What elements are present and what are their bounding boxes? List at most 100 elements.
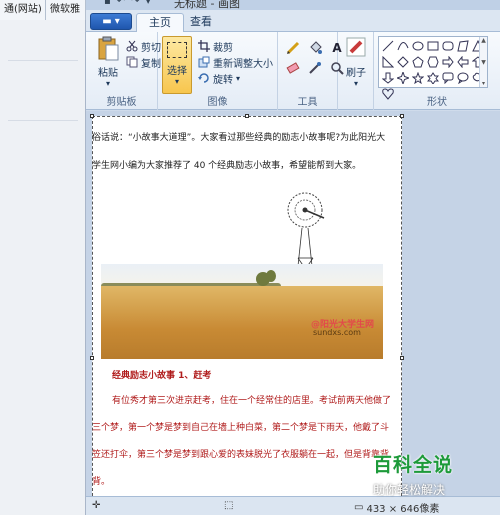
scroll-up-icon[interactable]: ▲ xyxy=(481,37,486,44)
ribbon: 粘贴 ▾ 剪切 复制 剪贴板 选择 ▾ 裁剪 重新调整大小 旋转 ▾ 图像 A … xyxy=(86,32,500,110)
baike-watermark-subtitle: 助你轻松解决 xyxy=(373,483,446,497)
right-arrow-shape[interactable] xyxy=(441,55,455,68)
resize-handle[interactable] xyxy=(90,114,94,118)
pentagon-icon xyxy=(412,55,424,67)
right-triangle-shape[interactable] xyxy=(381,55,395,68)
background-browser: 通(网站) 微软雅 xyxy=(0,0,86,515)
four-point-star-shape[interactable] xyxy=(396,71,410,84)
four-point-star-icon xyxy=(397,71,409,84)
resize-icon xyxy=(198,56,210,68)
shapes-grid xyxy=(381,39,485,100)
polygon-shape[interactable] xyxy=(456,39,470,52)
rectangle-shape[interactable] xyxy=(426,39,440,52)
five-point-star-shape[interactable] xyxy=(411,71,425,84)
crop-icon xyxy=(198,40,210,52)
ribbon-tab-row: ▬ ▾ 主页 查看 xyxy=(86,10,500,32)
select-button[interactable]: 选择 ▾ xyxy=(162,36,192,94)
photo-watermark-url: sundxs.com xyxy=(313,328,361,337)
background-tab-2[interactable]: 微软雅 xyxy=(46,0,86,20)
file-menu-button[interactable]: ▬ ▾ xyxy=(90,13,132,30)
left-arrow-icon xyxy=(457,55,469,68)
shapes-group: ▲ ▼ ▾ 形状 xyxy=(374,32,500,110)
tab-view[interactable]: 查看 xyxy=(178,13,224,32)
clipboard-icon xyxy=(98,36,119,61)
hexagon-icon xyxy=(427,56,439,67)
rectangle-icon xyxy=(427,41,439,50)
oval-callout-shape[interactable] xyxy=(456,71,470,84)
background-tab-1[interactable]: 通(网站) xyxy=(0,0,46,20)
background-divider xyxy=(8,120,78,121)
oval-icon xyxy=(412,41,424,50)
curve-icon xyxy=(397,41,409,50)
undo-icon[interactable]: ↶ xyxy=(117,0,125,7)
canvas-image[interactable]: 俗话说：“小故事大道理”。大家看过那些经典的励志小故事呢?为此阳光大 学生网小编… xyxy=(90,114,404,501)
clipboard-group: 粘贴 ▾ 剪切 复制 剪贴板 xyxy=(86,32,161,110)
shapes-scrollbar[interactable]: ▲ ▼ ▾ xyxy=(479,37,487,87)
rounded-callout-icon xyxy=(442,72,454,84)
resize-button[interactable]: 重新调整大小 xyxy=(198,54,273,70)
shapes-group-label: 形状 xyxy=(427,97,447,108)
rounded-rectangle-shape[interactable] xyxy=(441,39,455,52)
tools-group: A 工具 xyxy=(278,32,344,110)
copy-icon xyxy=(126,56,138,68)
down-arrow-shape[interactable] xyxy=(381,71,395,84)
scroll-down-icon[interactable]: ▼ xyxy=(481,59,486,66)
background-tabs: 通(网站) 微软雅 xyxy=(0,0,86,20)
text-line-1: 俗话说：“小故事大道理”。大家看过那些经典的励志小故事呢?为此阳光大 xyxy=(92,133,386,143)
down-arrow-icon xyxy=(382,72,394,84)
cut-button[interactable]: 剪切 xyxy=(126,38,161,54)
line-shape[interactable] xyxy=(381,39,395,52)
rounded-callout-shape[interactable] xyxy=(441,71,455,84)
crosshair-icon: ✛ xyxy=(92,500,101,511)
pencil-tool[interactable] xyxy=(284,40,302,56)
rotate-icon xyxy=(198,73,209,83)
resize-handle[interactable] xyxy=(245,114,249,118)
customize-icon[interactable]: ▾ xyxy=(146,0,151,7)
scissors-icon xyxy=(126,40,138,52)
redo-icon[interactable]: ↷ xyxy=(131,0,139,7)
brushes-label: 刷子 xyxy=(346,68,366,79)
select-arrow-icon: ▾ xyxy=(174,77,179,86)
eraser-icon xyxy=(286,62,300,74)
canvas-area[interactable]: 俗话说：“小故事大道理”。大家看过那些经典的励志小故事呢?为此阳光大 学生网小编… xyxy=(86,111,500,501)
brush-icon xyxy=(346,37,366,57)
paste-label: 粘贴 xyxy=(98,68,118,79)
oval-shape[interactable] xyxy=(411,39,425,52)
selection-size-icon: ⬚ xyxy=(224,500,234,511)
five-point-star-icon xyxy=(412,71,424,84)
file-menu-icon: ▬ xyxy=(102,16,112,27)
diamond-shape[interactable] xyxy=(396,55,410,68)
crop-button[interactable]: 裁剪 xyxy=(198,38,233,54)
rotate-button[interactable]: 旋转 ▾ xyxy=(198,70,240,86)
crop-label: 裁剪 xyxy=(213,42,233,54)
left-arrow-shape[interactable] xyxy=(456,55,470,68)
baike-watermark: 百科全说 助你轻松解决 xyxy=(373,450,493,508)
rotate-label: 旋转 xyxy=(213,74,233,86)
hexagon-shape[interactable] xyxy=(426,55,440,68)
select-label: 选择 xyxy=(167,66,187,77)
pentagon-shape[interactable] xyxy=(411,55,425,68)
six-point-star-shape[interactable] xyxy=(426,71,440,84)
save-icon[interactable]: ▪ xyxy=(104,0,111,7)
eraser-tool[interactable] xyxy=(284,60,302,76)
quick-access-toolbar: ▪ ↶ ↷ ▾ xyxy=(104,0,151,7)
curve-shape[interactable] xyxy=(396,39,410,52)
six-point-star-icon xyxy=(427,71,439,84)
rounded-rectangle-icon xyxy=(442,41,454,50)
paste-button[interactable]: 粘贴 ▾ xyxy=(90,36,126,90)
tab-home[interactable]: 主页 xyxy=(136,13,184,32)
expand-gallery-icon[interactable]: ▾ xyxy=(482,80,485,87)
color-picker-tool[interactable] xyxy=(306,60,324,76)
selection-size: ⬚ xyxy=(224,500,233,511)
pencil-icon xyxy=(286,41,300,55)
resize-handle[interactable] xyxy=(90,356,94,360)
resize-handle[interactable] xyxy=(400,356,404,360)
resize-handle[interactable] xyxy=(400,114,404,118)
text-line-2: 学生网小编为大家推荐了 40 个经典励志小故事，希望能帮到大家。 xyxy=(92,161,362,171)
image-size-icon: ▭ xyxy=(354,502,364,513)
rotate-arrow-icon: ▾ xyxy=(236,73,241,83)
fill-tool[interactable] xyxy=(306,40,324,56)
brushes-button[interactable]: 刷子 ▾ xyxy=(338,36,374,90)
copy-button[interactable]: 复制 xyxy=(126,54,161,70)
story-line-3: 笠还打伞，第三个梦是梦到跟心爱的表妹脱光了衣服躺在一起，但是背靠背 xyxy=(92,450,390,460)
